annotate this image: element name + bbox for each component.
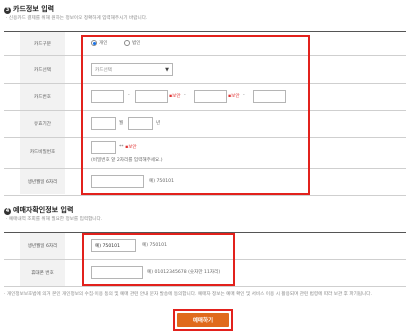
booker-section-title: 4 예매자확인정보 입력	[4, 205, 73, 215]
row-divider	[4, 286, 406, 287]
expiry-label: 유효기간	[34, 122, 51, 127]
booker-birth-label: 생년월일 6자리	[27, 244, 58, 249]
booker-section-title-text: 예매자확인정보 입력	[13, 206, 74, 214]
section-number-badge: 3	[4, 7, 11, 14]
card-type-label: 카드구분	[34, 42, 51, 47]
card-section-note: · 신용카드 결제를 위해 원하는 정보이오 정확하게 입력해주시기 바랍니다.	[6, 16, 148, 21]
password-label: 카드비밀번호	[29, 150, 56, 155]
card-number-label: 카드번호	[34, 95, 51, 100]
card-section-title: 3 카드정보 입력	[4, 4, 54, 14]
consent-note: · 개인정보보호법에 의거 본인 개인정보의 수집·이용 동의 및 예매 관련 …	[4, 292, 372, 297]
card-select-label: 카드선택	[34, 68, 51, 73]
card-fields-highlight	[81, 35, 310, 195]
submit-button[interactable]: 예매하기	[177, 313, 229, 327]
birth-label: 생년월일 6자리	[27, 180, 58, 185]
booker-fields-highlight	[82, 233, 235, 286]
booker-phone-label: 휴대폰 번호	[31, 271, 54, 276]
card-section-title-text: 카드정보 입력	[13, 5, 55, 13]
booker-section-note: · 예매내역 조회를 위해 필요한 정보를 입력합니다.	[6, 217, 103, 222]
section-number-badge: 4	[4, 208, 11, 215]
row-divider	[4, 195, 406, 196]
card-label-column	[20, 32, 65, 194]
